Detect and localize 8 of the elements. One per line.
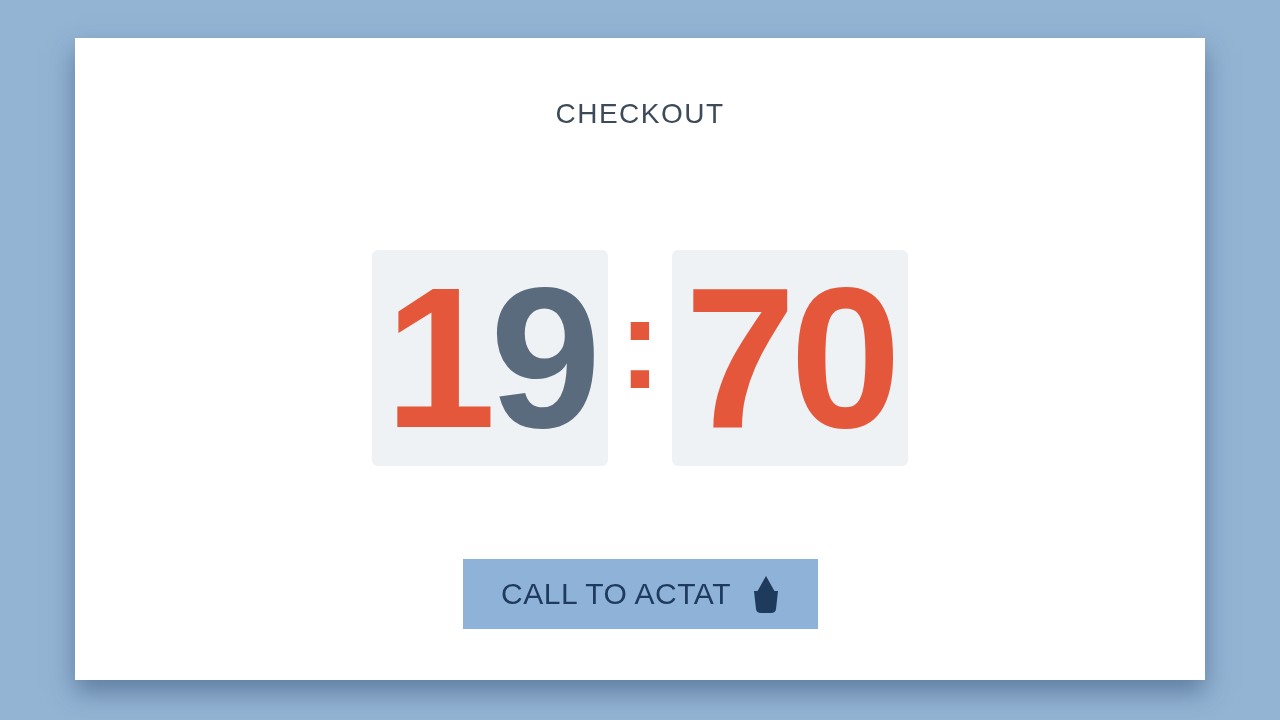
- clock-digit: 0: [790, 268, 896, 448]
- clock-digit: 7: [684, 268, 790, 448]
- clock-digit: 9: [490, 268, 596, 448]
- clock-separator: :: [617, 283, 663, 418]
- call-to-action-button[interactable]: CALL TO ACTAT: [462, 559, 818, 629]
- cup-icon: [752, 575, 779, 613]
- clock-digit: 1: [384, 268, 490, 448]
- page-title: CHECKOUT: [555, 98, 725, 130]
